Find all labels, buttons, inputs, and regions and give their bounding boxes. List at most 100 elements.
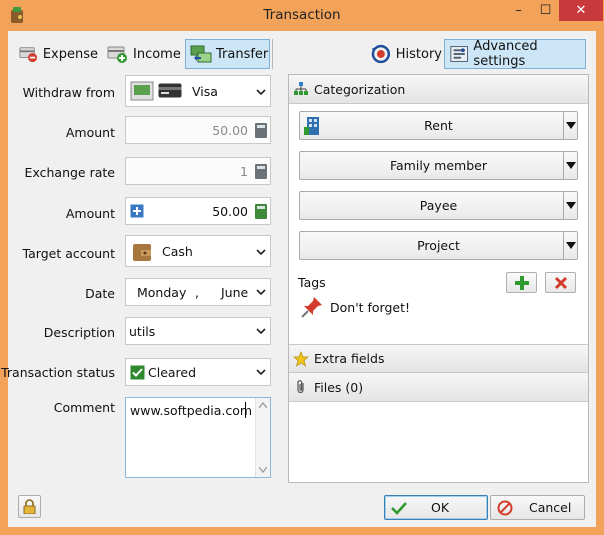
project-button[interactable]: Project [299, 231, 578, 260]
close-button[interactable]: ✕ [559, 0, 603, 21]
tab-transfer[interactable]: Transfer [185, 39, 270, 69]
payee-button[interactable]: Payee [299, 191, 578, 220]
plus-icon [515, 276, 529, 290]
withdraw-from-label: Withdraw from [22, 85, 115, 100]
tab-advanced-settings[interactable]: Advanced settings [444, 39, 586, 69]
category-value: Rent [424, 118, 453, 133]
description-value: utils [129, 324, 156, 339]
exchange-rate-label: Exchange rate [24, 165, 115, 180]
project-dropdown-arrow[interactable] [563, 232, 577, 259]
chevron-down-icon [256, 249, 266, 256]
transaction-status-value: Cleared [148, 365, 197, 380]
calculator-icon[interactable] [255, 204, 267, 219]
lock-button[interactable] [18, 495, 41, 518]
tag-value: Don't forget! [330, 299, 411, 315]
settings-icon [450, 46, 469, 62]
date-separator: , [195, 285, 199, 300]
maximize-button[interactable]: ☐ [532, 0, 559, 21]
text-cursor [245, 402, 246, 418]
amount-value: 50.00 [212, 123, 248, 138]
cancel-label: Cancel [529, 500, 572, 515]
target-account-label: Target account [22, 246, 115, 261]
category-button[interactable]: Rent [299, 111, 578, 140]
add-tag-button[interactable] [506, 272, 537, 293]
tab-advanced-settings-label: Advanced settings [473, 39, 538, 69]
categorization-panel: Categorization Rent Family member Payee … [288, 74, 589, 483]
category-dropdown-arrow[interactable] [563, 112, 577, 139]
pushpin-icon [301, 297, 322, 318]
history-icon [371, 44, 391, 64]
target-account-select[interactable]: Cash [125, 235, 271, 267]
family-member-button[interactable]: Family member [299, 151, 578, 180]
calculator-icon[interactable] [255, 164, 267, 179]
delete-tag-button[interactable] [545, 272, 576, 293]
transaction-window: Transaction – ☐ ✕ Expense Income Transfe… [0, 0, 604, 535]
tab-income-label: Income [133, 46, 181, 62]
hierarchy-icon [294, 82, 308, 95]
project-value: Project [417, 238, 460, 253]
scroll-up-icon[interactable] [259, 402, 267, 408]
tab-transfer-label: Transfer [216, 46, 269, 62]
dialog-body: Expense Income Transfer History Advanced… [1, 31, 596, 527]
cancel-icon [497, 500, 513, 515]
date-picker[interactable]: Monday , June [125, 278, 271, 306]
minimize-button[interactable]: – [505, 0, 532, 21]
tab-history-label: History [395, 46, 442, 62]
card-plus-icon [107, 46, 127, 63]
tag-item[interactable]: Don't forget! [301, 296, 410, 318]
card-minus-icon [19, 47, 38, 63]
categorization-title: Categorization [314, 81, 406, 97]
extra-fields-title: Extra fields [314, 351, 385, 366]
comment-textarea[interactable]: www.softpedia.com [125, 397, 271, 478]
tab-history[interactable]: History [365, 39, 443, 69]
withdraw-from-select[interactable]: Visa [125, 75, 271, 107]
chevron-down-icon[interactable] [256, 367, 266, 377]
title-bar[interactable]: Transaction – ☐ ✕ [0, 0, 604, 31]
family-member-value: Family member [389, 158, 487, 173]
tab-expense-label: Expense [42, 46, 98, 62]
wallet-icon [133, 244, 151, 261]
chevron-down-icon [256, 89, 266, 96]
exchange-rate-field[interactable]: 1 [125, 157, 271, 185]
paperclip-icon [297, 380, 304, 394]
date-day[interactable]: Monday [137, 285, 186, 300]
tab-expense[interactable]: Expense [14, 39, 99, 69]
delete-icon [554, 276, 568, 290]
tab-income[interactable]: Income [102, 39, 182, 69]
target-account-value: Cash [162, 244, 193, 259]
extra-fields-header[interactable]: Extra fields [289, 344, 588, 373]
description-label: Description [43, 325, 115, 340]
tags-label: Tags [298, 275, 326, 290]
cancel-button[interactable]: Cancel [490, 495, 585, 520]
categorization-header[interactable]: Categorization [289, 75, 588, 104]
amount2-value: 50.00 [212, 204, 248, 219]
transaction-status-label: Transaction status [1, 365, 115, 380]
ok-label: OK [431, 500, 450, 515]
check-icon [391, 501, 407, 515]
star-icon [293, 350, 309, 367]
toolbar-separator [272, 39, 273, 69]
date-label: Date [85, 286, 115, 301]
exchange-rate-value: 1 [240, 164, 248, 179]
lock-icon [23, 499, 36, 514]
amount-field[interactable]: 50.00 [125, 116, 271, 144]
withdraw-from-value: Visa [192, 84, 218, 99]
chevron-down-icon[interactable] [256, 287, 266, 297]
chevron-down-icon[interactable] [256, 326, 266, 336]
amount2-field[interactable]: 50.00 [125, 197, 271, 225]
description-combobox[interactable]: utils [125, 317, 271, 345]
comment-scrollbar[interactable] [255, 398, 270, 477]
files-header[interactable]: Files (0) [289, 373, 588, 402]
date-month[interactable]: June [221, 285, 248, 300]
payee-dropdown-arrow[interactable] [563, 192, 577, 219]
files-title: Files (0) [314, 379, 364, 395]
calculator-icon[interactable] [255, 123, 267, 138]
plus-icon[interactable] [130, 204, 144, 218]
family-member-dropdown-arrow[interactable] [563, 152, 577, 179]
building-icon [304, 117, 319, 135]
scroll-down-icon[interactable] [259, 467, 267, 473]
ok-button[interactable]: OK [384, 495, 488, 520]
transaction-status-select[interactable]: Cleared [125, 358, 271, 386]
amount-label: Amount [65, 125, 115, 140]
transfer-icon [190, 45, 212, 63]
